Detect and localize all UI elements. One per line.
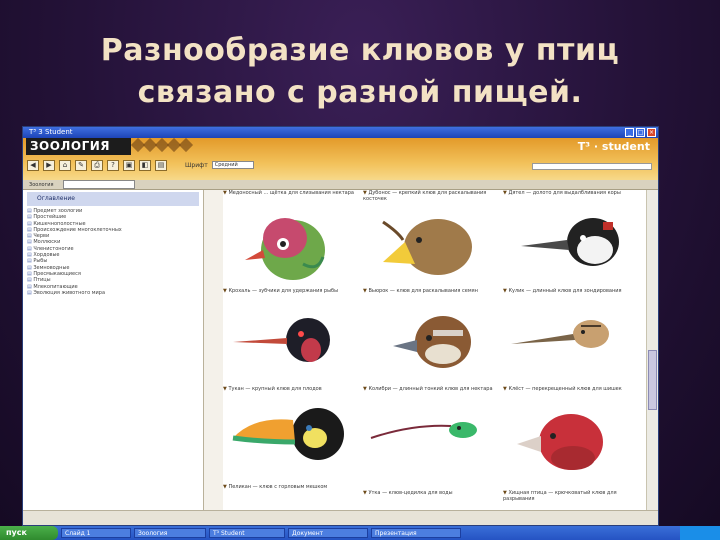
bird-image: [521, 218, 619, 266]
taskbar: пуск Слайд 1 Зоология T³ Student Докумен…: [0, 526, 720, 540]
bird-card[interactable]: Клёст — перекрещенный клюв для шишек: [503, 386, 638, 484]
taskbar-item[interactable]: Презентация: [371, 528, 461, 538]
bird-caption: Пеликан — клюв с горловым мешком: [223, 484, 358, 497]
bird-card[interactable]: Утка — клюв-цедилка для воды: [363, 490, 498, 510]
sidebar-item[interactable]: Эволюция животного мира: [23, 290, 203, 296]
bird-card[interactable]: Хищная птица — крючковатый клюв для разр…: [503, 490, 638, 510]
back-button[interactable]: ◀: [27, 159, 39, 171]
font-select[interactable]: Средний: [211, 161, 254, 169]
header-search-input[interactable]: [532, 163, 652, 170]
bird-image: [233, 318, 330, 362]
slide-title: Разнообразие клювов у птиц связано с раз…: [0, 30, 720, 114]
bird-image: [370, 422, 477, 439]
bird-card[interactable]: Вьюрок — клюв для раскалывания семян: [363, 288, 498, 386]
bird-card[interactable]: Тукан — крупный клюв для плодов: [223, 386, 358, 484]
bird-image: [382, 219, 472, 275]
window-title: T³ 3 Student: [29, 128, 73, 136]
view-button[interactable]: ▣: [123, 159, 135, 171]
start-button[interactable]: пуск: [0, 526, 58, 540]
bird-card[interactable]: Кулик — длинный клюв для зондирования: [503, 288, 638, 386]
app-window: T³ 3 Student _ □ × ЗООЛОГИЯ T³ · student…: [22, 126, 659, 526]
bird-image: [517, 414, 603, 470]
scrollbar-thumb[interactable]: [648, 350, 657, 410]
brand-label: T³ · student: [577, 140, 650, 153]
bird-image: [232, 408, 344, 460]
home-button[interactable]: ⌂: [59, 159, 71, 171]
subbar-select[interactable]: [63, 180, 136, 189]
contents-button[interactable]: ▤: [155, 159, 167, 171]
font-label: Шрифт: [185, 161, 208, 169]
window-controls: _ □ ×: [625, 128, 656, 137]
subbar-label: Зоология: [29, 182, 54, 188]
bird-card[interactable]: Медоносный ... щётка для слизывания нект…: [223, 190, 358, 288]
slide-title-line2: связано с разной пищей.: [137, 75, 583, 110]
bird-caption: Утка — клюв-цедилка для воды: [363, 490, 498, 503]
taskbar-item[interactable]: Зоология: [134, 528, 206, 538]
taskbar-item[interactable]: Документ: [288, 528, 368, 538]
status-bar: [23, 510, 658, 525]
taskbar-item[interactable]: Слайд 1: [61, 528, 131, 538]
bird-image: [393, 316, 471, 368]
bird-image: [511, 320, 609, 348]
content-scrollbar[interactable]: [646, 190, 658, 511]
sidebar-header[interactable]: Оглавление: [27, 192, 199, 206]
sub-navigation: Зоология: [23, 180, 658, 190]
maximize-button[interactable]: □: [636, 128, 645, 137]
header-decoration: [130, 137, 194, 153]
edit-button[interactable]: ✎: [75, 159, 87, 171]
bird-card[interactable]: Колибри — длинный тонкий клюв для нектар…: [363, 386, 498, 484]
app-header: ЗООЛОГИЯ T³ · student ◀ ▶ ⌂ ✎ ⎙ ? ▣ ◧ ▤ …: [23, 137, 658, 180]
help-button[interactable]: ?: [107, 159, 119, 171]
taskbar-item[interactable]: T³ Student: [209, 528, 285, 538]
sidebar: Оглавление Предмет зоологии Простейшие К…: [23, 190, 204, 511]
system-tray: [680, 526, 720, 540]
minimize-button[interactable]: _: [625, 128, 634, 137]
print-button[interactable]: ⎙: [91, 159, 103, 171]
bird-card[interactable]: Крохаль — зубчики для удержания рыбы: [223, 288, 358, 386]
app-logo: ЗООЛОГИЯ: [26, 138, 131, 155]
bird-card[interactable]: Дятел — долото для выдалбливания коры: [503, 190, 638, 288]
forward-button[interactable]: ▶: [43, 159, 55, 171]
layout-button[interactable]: ◧: [139, 159, 151, 171]
slide-title-line1: Разнообразие клювов у птиц: [100, 33, 620, 68]
close-button[interactable]: ×: [647, 128, 656, 137]
bird-caption: Хищная птица — крючковатый клюв для разр…: [503, 490, 638, 503]
bird-card[interactable]: Дубонос — крепкий клюв для раскалывания …: [363, 190, 498, 288]
bird-gallery: Медоносный ... щётка для слизывания нект…: [223, 190, 646, 511]
bird-image: [245, 218, 325, 280]
window-titlebar: T³ 3 Student _ □ ×: [23, 127, 658, 138]
bird-card[interactable]: Пеликан — клюв с горловым мешком: [223, 484, 358, 504]
